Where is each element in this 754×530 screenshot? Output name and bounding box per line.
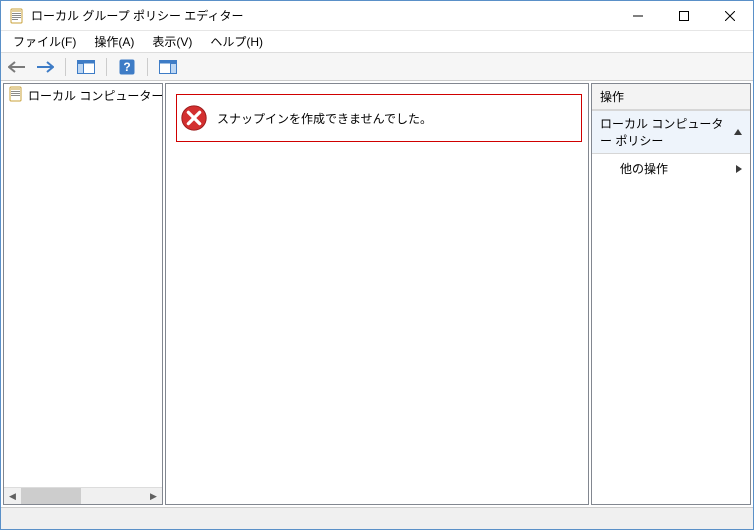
nav-forward-button[interactable] [33,56,57,78]
tree-root-item[interactable]: ローカル コンピューター ポリシ [4,84,162,107]
close-button[interactable] [707,1,753,30]
menu-help[interactable]: ヘルプ(H) [202,31,271,52]
toolbar-separator [65,58,66,76]
policy-icon [8,86,24,105]
error-message: スナップインを作成できませんでした。 [217,110,432,127]
maximize-button[interactable] [661,1,707,30]
scroll-thumb[interactable] [21,488,81,504]
error-icon [179,103,209,133]
scroll-track[interactable] [21,488,145,504]
toolbar: ? [1,53,753,81]
tree-root-label: ローカル コンピューター ポリシ [28,87,162,104]
scroll-right-arrow[interactable]: ▶ [145,488,162,504]
status-bar [1,507,753,529]
actions-more-item[interactable]: 他の操作 [592,154,750,183]
toolbar-separator [147,58,148,76]
help-button[interactable]: ? [115,56,139,78]
actions-scope-item[interactable]: ローカル コンピューター ポリシー [592,110,750,154]
show-hide-tree-button[interactable] [74,56,98,78]
tree-horizontal-scrollbar[interactable]: ◀ ▶ [4,487,162,504]
content-panel: スナップインを作成できませんでした。 [165,83,589,505]
collapse-up-icon [734,129,742,135]
error-box: スナップインを作成できませんでした。 [176,94,582,142]
scroll-left-arrow[interactable]: ◀ [4,488,21,504]
menu-bar: ファイル(F) 操作(A) 表示(V) ヘルプ(H) [1,31,753,53]
show-hide-actions-button[interactable] [156,56,180,78]
submenu-arrow-icon [736,165,742,173]
actions-panel: 操作 ローカル コンピューター ポリシー 他の操作 [591,83,751,505]
minimize-button[interactable] [615,1,661,30]
tree-panel: ローカル コンピューター ポリシ ◀ ▶ [3,83,163,505]
actions-more-label: 他の操作 [620,160,668,177]
actions-header: 操作 [592,84,750,110]
actions-scope-label: ローカル コンピューター ポリシー [600,115,734,149]
main-area: ローカル コンピューター ポリシ ◀ ▶ スナップインを作成できませんでした。 [1,81,753,507]
tree-view[interactable]: ローカル コンピューター ポリシ [4,84,162,487]
window-controls [615,1,753,30]
app-icon [9,8,25,24]
window-title: ローカル グループ ポリシー エディター [31,7,615,24]
menu-file[interactable]: ファイル(F) [5,31,84,52]
svg-text:?: ? [123,60,130,74]
nav-back-button[interactable] [5,56,29,78]
title-bar: ローカル グループ ポリシー エディター [1,1,753,31]
menu-action[interactable]: 操作(A) [86,31,142,52]
menu-view[interactable]: 表示(V) [144,31,200,52]
toolbar-separator [106,58,107,76]
